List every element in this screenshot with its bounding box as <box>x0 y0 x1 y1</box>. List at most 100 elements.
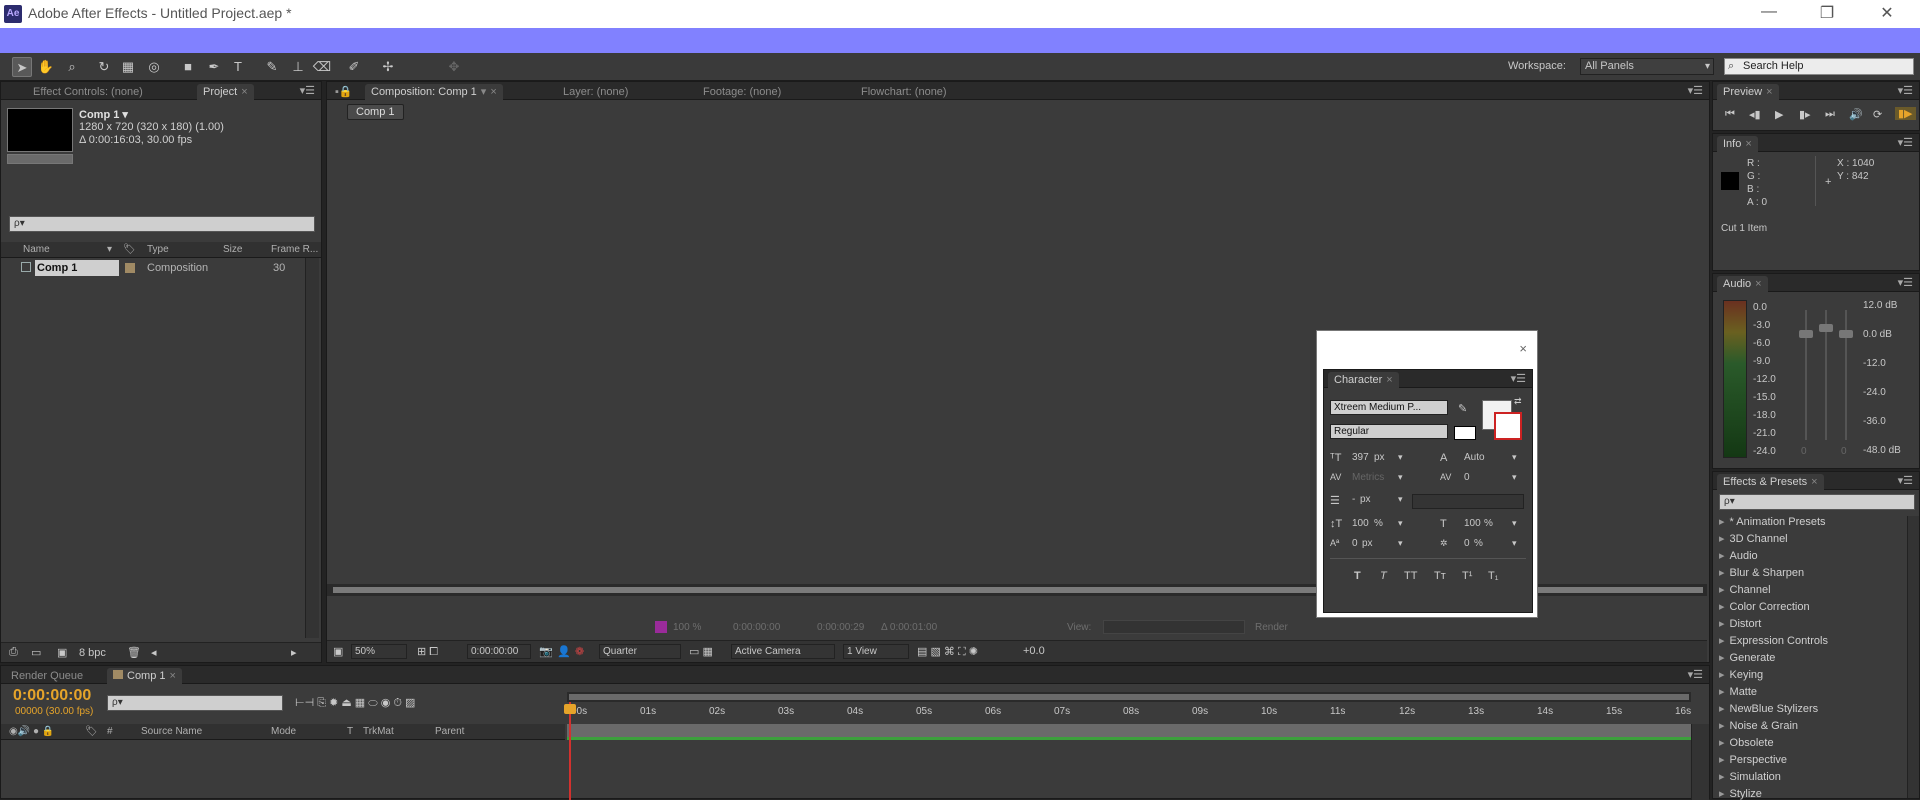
close-icon[interactable]: × <box>1811 476 1817 488</box>
font-style-select[interactable]: Regular <box>1330 424 1448 439</box>
view-select[interactable] <box>1103 620 1245 634</box>
timeline-toolbar-icons[interactable]: ⊢⊣ ⎘ ✹ ⏏ ▦ ⬭ ◉ ⏱ ▨ <box>295 696 415 710</box>
audio-slider-right[interactable] <box>1839 330 1853 338</box>
tab-info[interactable]: Info × <box>1717 136 1758 152</box>
stroke-width-value[interactable]: - <box>1352 494 1355 505</box>
tsume-dropdown-icon[interactable]: ▾ <box>1512 538 1517 549</box>
zoom-select[interactable]: 50% <box>351 644 407 659</box>
eyedropper-icon[interactable]: ✎ <box>1458 402 1467 415</box>
rotate-tool-icon[interactable]: ↻ <box>94 57 114 77</box>
exposure-value[interactable]: +0.0 <box>1023 645 1045 657</box>
region-icon[interactable]: ▭ ▦ <box>689 645 713 658</box>
view-layout-select[interactable]: 1 View <box>843 644 909 659</box>
channel-icon[interactable]: ❁ <box>575 645 584 658</box>
selection-tool-icon[interactable]: ➤ <box>12 57 32 77</box>
effect-category-item[interactable]: Blur & Sharpen <box>1719 565 1805 582</box>
comp-name[interactable]: Comp 1 ▾ <box>79 108 128 121</box>
mute-icon[interactable]: 🔊 <box>1849 108 1863 121</box>
close-button[interactable]: ✕ <box>1872 3 1902 23</box>
horizontal-scale-dropdown-icon[interactable]: ▾ <box>1512 518 1517 529</box>
col-parent[interactable]: Parent <box>435 724 464 740</box>
effect-category-item[interactable]: Obsolete <box>1719 735 1774 752</box>
rectangle-tool-icon[interactable]: ■ <box>178 57 198 77</box>
effect-category-item[interactable]: Color Correction <box>1719 599 1810 616</box>
show-snapshot-icon[interactable]: 👤 <box>557 645 571 658</box>
all-caps-button[interactable]: TT <box>1404 570 1417 582</box>
panel-menu-icon[interactable]: ▾☰ <box>1898 474 1913 487</box>
timeline-timecode[interactable]: 0:00:00:00 <box>13 687 91 705</box>
axis-mode-icon[interactable]: ✥ ● ✖ <box>444 57 464 114</box>
effect-category-item[interactable]: Simulation <box>1719 769 1781 786</box>
leading-dropdown-icon[interactable]: ▾ <box>1512 452 1517 463</box>
row-name[interactable]: Comp 1 <box>35 260 119 276</box>
close-icon[interactable]: × <box>241 86 247 98</box>
bpc-label[interactable]: 8 bpc <box>79 647 106 659</box>
table-row[interactable]: Comp 1 Composition 30 <box>1 260 305 276</box>
panel-menu-icon[interactable]: ▾☰ <box>1898 136 1913 149</box>
stroke-width-dropdown-icon[interactable]: ▾ <box>1398 494 1403 505</box>
lock-icon[interactable]: ▪🔒 <box>329 84 359 100</box>
panel-menu-icon[interactable]: ▾☰ <box>300 84 315 97</box>
label-col-icon[interactable]: 🏷 <box>123 242 136 258</box>
zoom-tool-icon[interactable]: ⌕ <box>62 57 82 77</box>
first-frame-icon[interactable]: ⏮ <box>1725 108 1735 121</box>
close-icon[interactable]: × <box>1755 278 1761 290</box>
puppet-tool-icon[interactable]: ✢ <box>378 57 398 77</box>
timeline-scrollbar[interactable] <box>1691 724 1709 800</box>
toggle-icons[interactable]: ▤ ▧ ⌘ ⛶ ✺ <box>917 645 978 659</box>
close-icon[interactable]: × <box>170 670 176 682</box>
effect-category-item[interactable]: Perspective <box>1719 752 1787 769</box>
pen-tool-icon[interactable]: ✒ <box>204 57 224 77</box>
time-navigator-bar[interactable] <box>569 694 1689 700</box>
close-icon[interactable]: × <box>1766 86 1772 98</box>
previous-frame-icon[interactable]: ◂▮ <box>1749 108 1761 121</box>
col-mode[interactable]: Mode <box>271 724 296 740</box>
superscript-button[interactable]: T¹ <box>1462 570 1472 582</box>
effect-category-item[interactable]: Audio <box>1719 548 1758 565</box>
effect-category-item[interactable]: * Animation Presets <box>1719 514 1826 531</box>
audio-slider-center[interactable] <box>1819 324 1833 332</box>
effects-search-input[interactable]: ρ▾ <box>1719 494 1915 510</box>
col-type[interactable]: Type <box>147 242 169 258</box>
tab-character[interactable]: Character × <box>1328 372 1399 388</box>
tab-render-queue[interactable]: Render Queue <box>5 668 89 684</box>
effect-category-item[interactable]: Keying <box>1719 667 1764 684</box>
time-navigator[interactable] <box>567 692 1691 702</box>
close-icon[interactable]: × <box>1386 374 1392 386</box>
camera-tool-icon[interactable]: ▦ <box>118 57 138 77</box>
current-time-field[interactable]: 0:00:00:00 <box>467 644 531 659</box>
kerning-dropdown-icon[interactable]: ▾ <box>1398 472 1403 483</box>
effect-category-item[interactable]: Matte <box>1719 684 1758 701</box>
tab-flowchart[interactable]: Flowchart: (none) <box>855 84 953 100</box>
type-tool-icon[interactable]: T <box>228 57 248 77</box>
maximize-button[interactable]: ❐ <box>1812 3 1842 23</box>
effect-category-item[interactable]: Expression Controls <box>1719 633 1828 650</box>
tsume-value[interactable]: 0 <box>1464 538 1470 549</box>
eraser-tool-icon[interactable]: ⌫ <box>312 57 332 77</box>
interpret-footage-icon[interactable]: ⎙ <box>9 646 18 659</box>
scroll-left-icon[interactable]: ◂ <box>151 646 157 659</box>
effect-category-item[interactable]: 3D Channel <box>1719 531 1788 548</box>
ram-preview-icon[interactable]: ▮▶ <box>1895 107 1916 120</box>
label-color-swatch[interactable] <box>125 263 135 273</box>
swap-colors-icon[interactable]: ⇄ <box>1514 396 1522 407</box>
stroke-style-select[interactable] <box>1412 494 1524 509</box>
render-checkbox[interactable]: Render <box>1255 622 1288 633</box>
last-frame-icon[interactable]: ⏭ <box>1825 108 1835 121</box>
tab-project[interactable]: Project × <box>197 84 254 100</box>
col-trkmat[interactable]: TrkMat <box>363 724 394 740</box>
effect-category-item[interactable]: Stylize <box>1719 786 1762 800</box>
new-comp-icon[interactable]: ▣ <box>57 646 67 659</box>
baseline-shift-value[interactable]: 0 <box>1352 538 1358 549</box>
col-frame-rate[interactable]: Frame R... <box>271 242 318 258</box>
baseline-shift-dropdown-icon[interactable]: ▾ <box>1398 538 1403 549</box>
tracking-dropdown-icon[interactable]: ▾ <box>1512 472 1517 483</box>
loop-icon[interactable]: ⟳ <box>1873 108 1882 121</box>
tab-timeline-comp[interactable]: Comp 1 × <box>107 668 182 684</box>
next-frame-icon[interactable]: ▮▸ <box>1799 108 1811 121</box>
vertical-scale-value[interactable]: 100 <box>1352 518 1369 529</box>
trash-icon[interactable]: 🗑 <box>127 646 141 659</box>
tab-effects-presets[interactable]: Effects & Presets × <box>1717 474 1824 490</box>
faux-bold-button[interactable]: T <box>1354 570 1361 582</box>
tab-footage[interactable]: Footage: (none) <box>697 84 787 100</box>
